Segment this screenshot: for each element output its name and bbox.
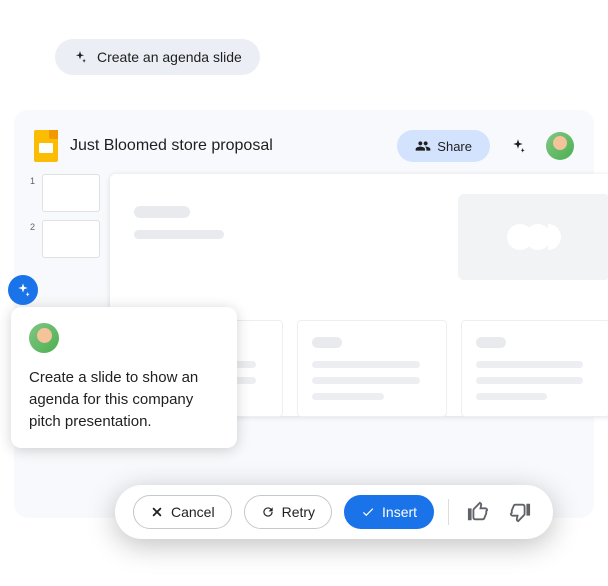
thumbs-up-icon	[467, 501, 489, 523]
thumbnail-number: 1	[30, 174, 38, 186]
share-button[interactable]: Share	[397, 130, 490, 162]
google-slides-icon	[34, 130, 60, 162]
thumbnail-number: 2	[30, 220, 38, 232]
logo-placeholder	[458, 194, 608, 280]
cancel-label: Cancel	[171, 504, 215, 520]
document-title[interactable]: Just Bloomed store proposal	[70, 137, 387, 155]
placeholder-subtitle	[134, 230, 224, 239]
refresh-icon	[261, 505, 275, 519]
thumbs-down-button[interactable]	[505, 497, 535, 527]
retry-button[interactable]: Retry	[244, 495, 332, 529]
agenda-suggestion-label: Create an agenda slide	[97, 49, 242, 65]
ai-prompt-card: Create a slide to show an agenda for thi…	[11, 307, 237, 448]
agenda-suggestion-pill[interactable]: Create an agenda slide	[55, 39, 260, 75]
gemini-sparkle-icon[interactable]	[510, 138, 526, 154]
divider	[448, 499, 449, 525]
user-avatar[interactable]	[546, 132, 574, 160]
thumbnail-item[interactable]: 2	[30, 220, 100, 258]
prompt-text: Create a slide to show an agenda for thi…	[29, 367, 219, 432]
share-label: Share	[437, 139, 472, 154]
insert-label: Insert	[382, 504, 417, 520]
ai-action-bar: Cancel Retry Insert	[115, 485, 553, 539]
retry-label: Retry	[282, 504, 315, 520]
thumbs-down-icon	[509, 501, 531, 523]
sparkle-icon	[73, 50, 87, 64]
cancel-button[interactable]: Cancel	[133, 495, 232, 529]
app-header: Just Bloomed store proposal Share	[14, 124, 594, 174]
people-icon	[415, 138, 431, 154]
user-avatar	[29, 323, 59, 353]
ai-sparkle-badge[interactable]	[8, 275, 38, 305]
close-icon	[150, 505, 164, 519]
thumbs-up-button[interactable]	[463, 497, 493, 527]
placeholder-title	[134, 206, 190, 218]
content-column	[297, 320, 446, 417]
check-icon	[361, 505, 375, 519]
slide-thumbnail	[42, 174, 100, 212]
slides-area: 1 2	[14, 174, 594, 258]
slide-thumbnails: 1 2	[30, 174, 100, 258]
slide-thumbnail	[42, 220, 100, 258]
thumbnail-item[interactable]: 1	[30, 174, 100, 212]
main-slide-area	[110, 174, 594, 258]
content-column	[461, 320, 608, 417]
insert-button[interactable]: Insert	[344, 495, 434, 529]
